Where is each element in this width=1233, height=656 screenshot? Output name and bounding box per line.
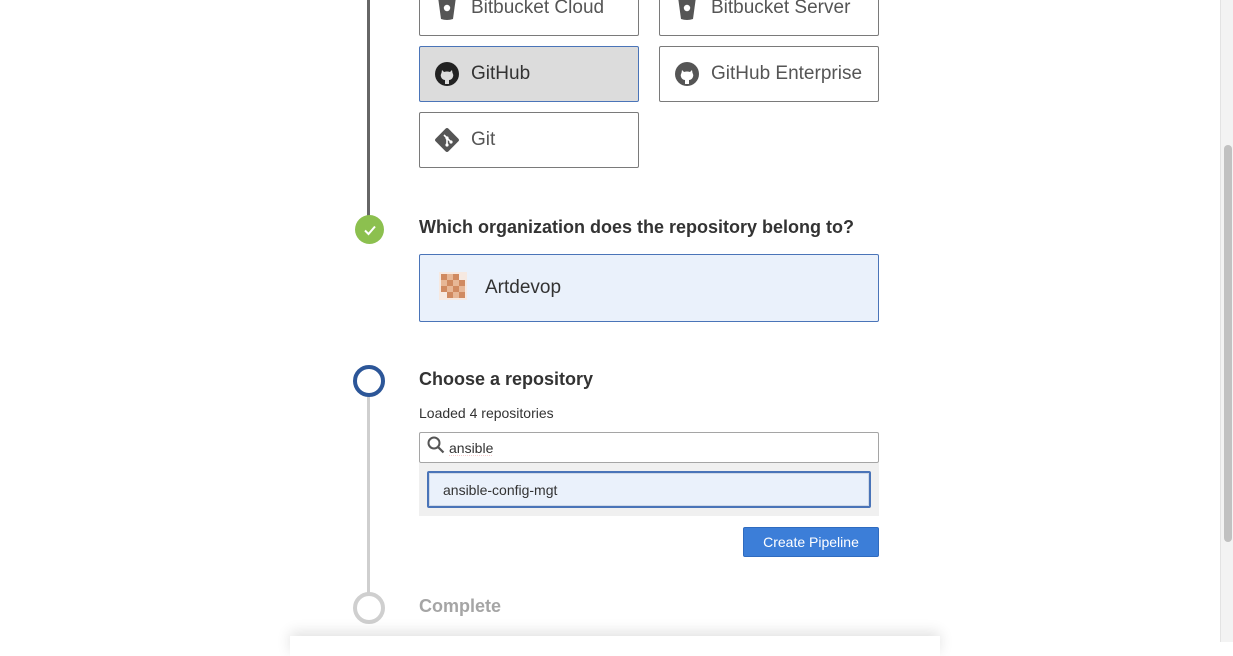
bitbucket-icon [674, 0, 700, 21]
git-icon [434, 127, 460, 153]
scm-option-github[interactable]: GitHub [419, 46, 639, 102]
github-icon [434, 61, 460, 87]
complete-step-heading: Complete [419, 596, 502, 616]
org-option-selected[interactable]: Artdevop [419, 254, 879, 322]
scm-option-label: Bitbucket Server [711, 0, 851, 18]
org-avatar-icon [439, 271, 467, 305]
repo-loaded-status: Loaded 4 repositories [419, 405, 554, 421]
bitbucket-icon [434, 0, 460, 21]
scm-option-github-enterprise[interactable]: GitHub Enterprise [659, 46, 879, 102]
repo-step-heading: Choose a repository [419, 369, 594, 389]
github-icon [674, 61, 700, 87]
repo-search-input[interactable] [449, 439, 849, 456]
scm-option-label: GitHub Enterprise [711, 63, 863, 84]
footer-shadow [290, 636, 940, 656]
org-name: Artdevop [485, 277, 562, 298]
step-line-pending [367, 396, 370, 596]
scrollbar-thumb[interactable] [1224, 145, 1232, 542]
step-line-completed [367, 0, 370, 230]
repo-search-box [419, 432, 879, 463]
scm-option-label: GitHub [471, 63, 531, 84]
step-pending-marker [353, 592, 385, 624]
scm-option-bitbucket-cloud[interactable]: Bitbucket Cloud [419, 0, 639, 36]
scm-option-label: Git [471, 129, 496, 150]
step-complete-icon [355, 215, 384, 244]
search-icon [427, 436, 445, 459]
scm-option-bitbucket-server[interactable]: Bitbucket Server [659, 0, 879, 36]
scm-option-git[interactable]: Git [419, 112, 639, 168]
org-step-heading: Which organization does the repository b… [419, 217, 855, 237]
create-pipeline-button[interactable]: Create Pipeline [743, 527, 879, 557]
repo-result-item[interactable]: ansible-config-mgt [427, 471, 871, 508]
step-active-marker [353, 365, 385, 397]
checkmark-icon [363, 225, 376, 235]
scm-option-label: Bitbucket Cloud [471, 0, 605, 18]
